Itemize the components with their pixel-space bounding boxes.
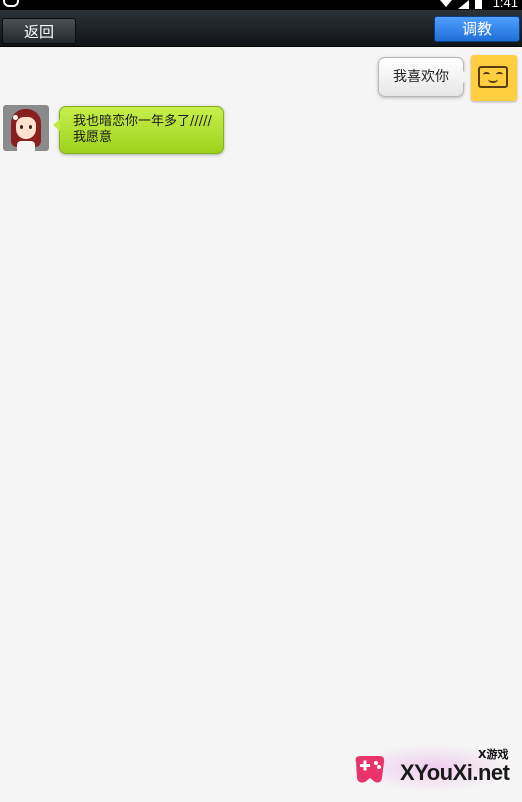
wifi-icon [440,0,452,7]
smiley-icon [478,66,508,88]
top-toolbar: 返回 调教 [0,10,522,47]
chat-area[interactable]: 我喜欢你 我也暗恋你一年多了///// 我愿意 [0,47,522,802]
status-icons [440,0,482,10]
train-button[interactable]: 调教 [434,16,520,42]
incoming-bubble[interactable]: 我也暗恋你一年多了///// 我愿意 [53,106,224,154]
signal-icon [458,0,469,9]
notification-icon [3,0,19,7]
status-bar: 1:41 [0,0,522,10]
battery-icon [475,0,482,9]
gamepad-logo-icon [355,756,385,783]
watermark-main-text: XYouXi.net [400,760,510,785]
incoming-line: 我也暗恋你一年多了///// [73,114,212,129]
status-time: 1:41 [492,0,518,10]
back-button[interactable]: 返回 [2,18,76,44]
user-avatar[interactable] [471,55,517,101]
outgoing-bubble[interactable]: 我喜欢你 [378,57,470,97]
incoming-line: 我愿意 [73,130,113,145]
watermark: X游戏 XYouXi.net [350,742,518,798]
bot-avatar[interactable] [3,105,49,151]
